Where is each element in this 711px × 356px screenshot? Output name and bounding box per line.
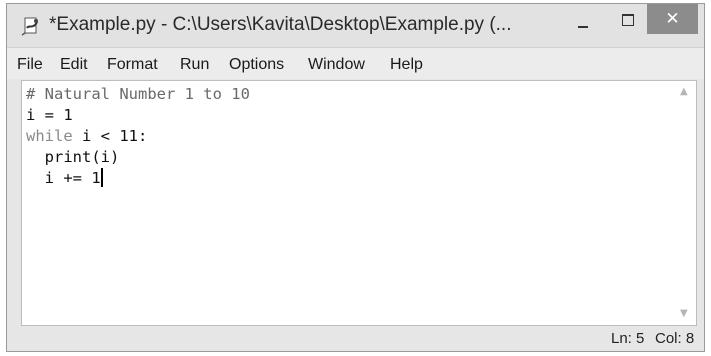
code-token: i += 1 bbox=[26, 169, 101, 187]
status-line-number: Ln: 5 bbox=[611, 330, 645, 347]
menu-help[interactable]: Help bbox=[390, 56, 423, 74]
menu-run[interactable]: Run bbox=[180, 56, 209, 74]
minimize-button[interactable] bbox=[572, 16, 594, 36]
status-column-number: Col: 8 bbox=[655, 330, 695, 347]
maximize-button[interactable] bbox=[617, 10, 639, 30]
close-button[interactable]: ✕ bbox=[647, 4, 698, 34]
idle-editor-window: *Example.py - C:\Users\Kavita\Desktop\Ex… bbox=[6, 3, 705, 352]
menu-format[interactable]: Format bbox=[107, 56, 158, 74]
code-line[interactable]: # Natural Number 1 to 10 bbox=[26, 84, 250, 105]
window-title: *Example.py - C:\Users\Kavita\Desktop\Ex… bbox=[49, 14, 512, 35]
scroll-up-arrow-icon[interactable]: ▲ bbox=[680, 87, 692, 97]
menu-options[interactable]: Options bbox=[229, 56, 284, 74]
code-text[interactable]: # Natural Number 1 to 10 i = 1 while i < 1… bbox=[26, 84, 250, 189]
code-line[interactable]: print(i) bbox=[26, 147, 250, 168]
menu-bar: File Edit Format Run Options Window Help bbox=[7, 47, 704, 79]
code-line[interactable]: i = 1 bbox=[26, 105, 250, 126]
status-bar: Ln: 5 Col: 8 bbox=[7, 326, 704, 351]
code-token: i < 11: bbox=[72, 127, 148, 145]
python-idle-icon bbox=[21, 17, 38, 36]
code-keyword: while bbox=[26, 127, 73, 145]
code-token: print(i) bbox=[26, 148, 120, 166]
menu-window[interactable]: Window bbox=[308, 56, 365, 74]
menu-edit[interactable]: Edit bbox=[60, 56, 88, 74]
code-line[interactable]: i += 1 bbox=[26, 168, 250, 189]
close-icon: ✕ bbox=[665, 9, 680, 29]
menu-file[interactable]: File bbox=[17, 56, 43, 74]
text-cursor bbox=[100, 168, 103, 187]
code-token: i = 1 bbox=[26, 106, 73, 124]
code-comment: # Natural Number 1 to 10 bbox=[26, 85, 250, 103]
code-editor[interactable]: # Natural Number 1 to 10 i = 1 while i < 1… bbox=[21, 80, 697, 326]
title-bar[interactable]: *Example.py - C:\Users\Kavita\Desktop\Ex… bbox=[7, 4, 704, 47]
scroll-down-arrow-icon[interactable]: ▼ bbox=[680, 309, 692, 319]
code-line[interactable]: while i < 11: bbox=[26, 126, 250, 147]
